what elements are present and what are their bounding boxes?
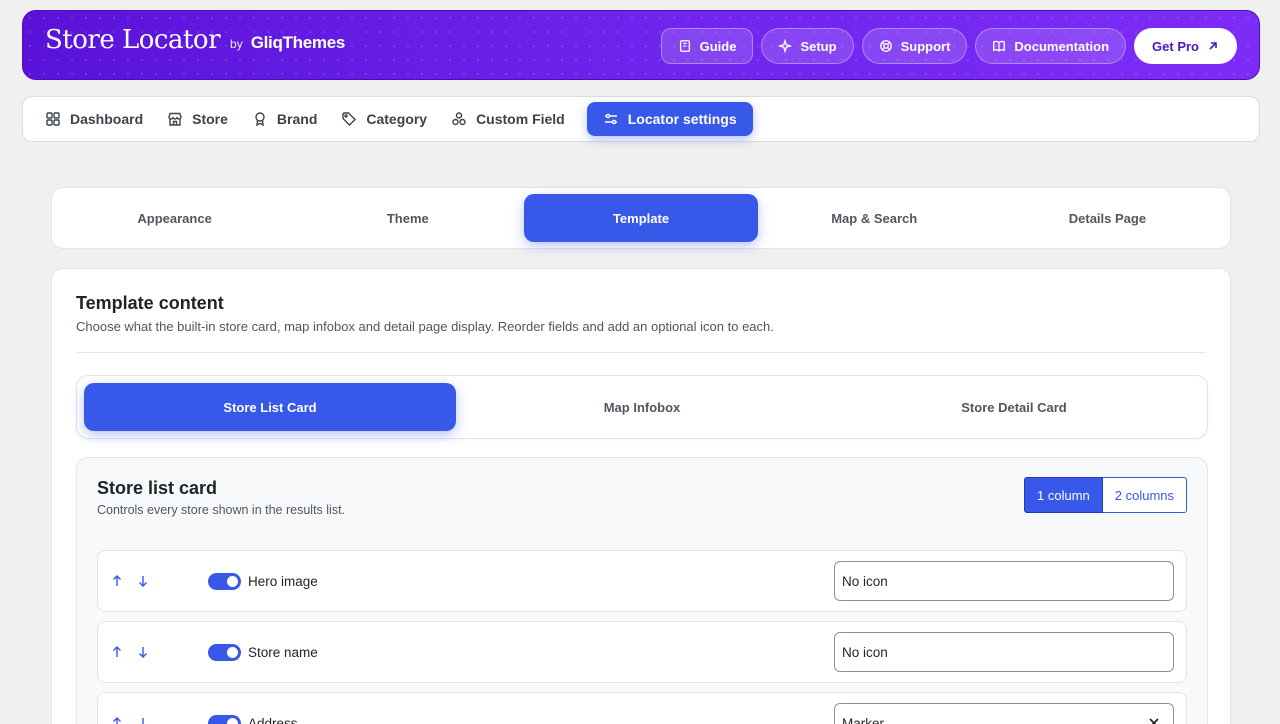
one-column-button[interactable]: 1 column — [1024, 477, 1103, 513]
tab-theme[interactable]: Theme — [291, 194, 524, 242]
nav-category-label: Category — [366, 111, 428, 127]
settings-subtabs: Appearance Theme Template Map & Search D… — [51, 187, 1231, 249]
book-icon — [679, 40, 690, 52]
documentation-label: Documentation — [1014, 38, 1110, 54]
setup-label: Setup — [800, 38, 837, 54]
template-content-panel: Template content Choose what the built-i… — [51, 268, 1231, 724]
segment-store-detail-card[interactable]: Store Detail Card — [828, 383, 1200, 431]
field-label: Hero image — [248, 574, 318, 589]
field-icon-select[interactable]: No icon — [834, 632, 1174, 672]
grid-icon — [46, 112, 60, 126]
field-icon-select[interactable]: No icon — [834, 561, 1174, 601]
field-label: Store name — [248, 645, 318, 660]
nav-locator-settings[interactable]: Locator settings — [586, 102, 753, 136]
template-type-switcher: Store List Card Map Infobox Store Detail… — [76, 375, 1208, 439]
sliders-icon — [604, 113, 617, 125]
guide-button[interactable]: Guide — [660, 28, 754, 64]
lifebuoy-icon — [879, 40, 892, 52]
get-pro-button[interactable]: Get Pro — [1134, 28, 1237, 64]
store-list-card-settings: Store list card Controls every store sho… — [76, 457, 1208, 724]
brand-logo: Store Locator by GliqThemes — [45, 25, 345, 55]
nav-dashboard[interactable]: Dashboard — [43, 102, 159, 136]
column-layout-switch: 1 column 2 columns — [1024, 477, 1187, 513]
cluster-icon — [452, 112, 466, 126]
move-down-icon[interactable] — [136, 573, 150, 589]
main-navigation: Dashboard Store Brand Category Custom Fi… — [22, 96, 1260, 142]
field-label: Address — [248, 716, 298, 724]
support-button[interactable]: Support — [861, 28, 968, 64]
header-actions: Guide Setup Support Documentation Get Pr… — [660, 28, 1237, 64]
award-icon — [255, 112, 265, 127]
arrow-up-right-icon — [1209, 42, 1217, 50]
header-banner: Store Locator by GliqThemes Guide Setup … — [22, 10, 1260, 80]
open-book-icon — [993, 40, 1006, 52]
field-icon-value: Marker — [842, 715, 885, 724]
field-icon-value: No icon — [842, 573, 888, 589]
nav-custom-field[interactable]: Custom Field — [449, 102, 581, 136]
setup-button[interactable]: Setup — [761, 28, 854, 64]
field-icon-select[interactable]: Marker — [834, 703, 1174, 724]
segment-store-list-card[interactable]: Store List Card — [84, 383, 456, 431]
move-up-icon[interactable] — [110, 715, 124, 724]
nav-dashboard-label: Dashboard — [70, 111, 144, 127]
field-row: Address Marker — [97, 692, 1187, 724]
card-description: Controls every store shown in the result… — [97, 503, 346, 517]
get-pro-label: Get Pro — [1152, 38, 1199, 54]
guide-label: Guide — [699, 38, 737, 54]
nav-brand-label: Brand — [276, 111, 318, 127]
field-enabled-toggle[interactable] — [208, 573, 241, 590]
tag-icon — [342, 112, 357, 126]
nav-store-label: Store — [192, 111, 228, 127]
panel-title: Template content — [76, 293, 224, 313]
move-down-icon[interactable] — [136, 715, 150, 724]
tab-template[interactable]: Template — [524, 194, 758, 242]
field-row: Store name No icon — [97, 621, 1187, 683]
clear-icon[interactable] — [1147, 716, 1161, 724]
move-down-icon[interactable] — [136, 644, 150, 660]
segment-map-infobox[interactable]: Map Infobox — [456, 383, 828, 431]
documentation-button[interactable]: Documentation — [975, 28, 1127, 64]
field-row: Hero image No icon — [97, 550, 1187, 612]
app-title: Store Locator — [45, 25, 221, 55]
tab-details-page[interactable]: Details Page — [991, 194, 1224, 242]
nav-brand[interactable]: Brand — [250, 102, 333, 136]
nav-locator-settings-label: Locator settings — [627, 111, 737, 127]
company-name: GliqThemes — [250, 33, 346, 52]
brand-by-text: by — [230, 37, 243, 51]
two-columns-button[interactable]: 2 columns — [1102, 477, 1187, 513]
nav-store[interactable]: Store — [165, 102, 244, 136]
field-enabled-toggle[interactable] — [208, 644, 241, 661]
tab-map-search[interactable]: Map & Search — [758, 194, 991, 242]
move-up-icon[interactable] — [110, 644, 124, 660]
nav-custom-field-label: Custom Field — [476, 111, 565, 127]
support-label: Support — [900, 38, 951, 54]
move-up-icon[interactable] — [110, 573, 124, 589]
storefront-icon — [168, 112, 182, 126]
divider — [76, 352, 1206, 353]
field-enabled-toggle[interactable] — [208, 715, 241, 724]
tab-appearance[interactable]: Appearance — [58, 194, 291, 242]
panel-description: Choose what the built-in store card, map… — [76, 319, 774, 334]
card-title: Store list card — [97, 478, 218, 498]
sparkle-icon — [778, 39, 793, 53]
nav-category[interactable]: Category — [339, 102, 443, 136]
field-icon-value: No icon — [842, 644, 888, 660]
